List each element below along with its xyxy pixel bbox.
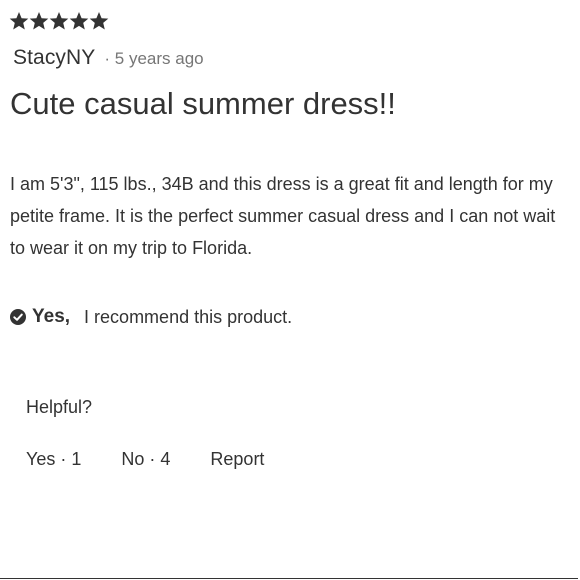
helpful-yes-button[interactable]: Yes · 1 xyxy=(26,449,81,470)
recommend-text: I recommend this product. xyxy=(84,306,293,327)
helpful-votes: Yes · 1 No · 4 Report xyxy=(26,449,264,470)
recommend-answer: Yes, xyxy=(32,306,71,327)
check-circle-icon xyxy=(10,309,26,325)
star-icon xyxy=(29,11,49,31)
report-button[interactable]: Report xyxy=(210,449,264,470)
helpful-no-button[interactable]: No · 4 xyxy=(121,449,170,470)
star-icon xyxy=(49,11,69,31)
review-timestamp: · 5 years ago xyxy=(104,49,204,68)
review-body: I am 5'3", 115 lbs., 34B and this dress … xyxy=(10,174,556,258)
author-name[interactable]: StacyNY xyxy=(13,46,95,70)
review-meta: StacyNY · 5 years ago xyxy=(13,46,204,70)
review-card: StacyNY · 5 years ago Cute casual summer… xyxy=(0,0,580,580)
star-icon xyxy=(89,11,109,31)
helpful-prompt: Helpful? xyxy=(26,397,93,417)
star-icon xyxy=(69,11,89,31)
recommendation: Yes, I recommend this product. xyxy=(10,306,292,328)
star-icon xyxy=(9,11,29,31)
divider xyxy=(0,578,578,579)
star-rating xyxy=(9,11,109,31)
review-title: Cute casual summer dress!! xyxy=(10,86,396,121)
